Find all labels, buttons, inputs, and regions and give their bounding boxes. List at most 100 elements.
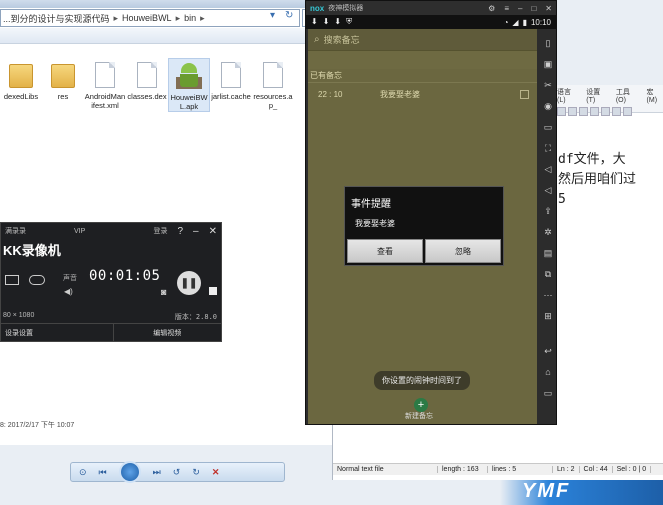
rotate-left-icon[interactable]: ↺ [173, 467, 181, 478]
camera-icon[interactable]: ◙ [161, 287, 166, 297]
rotate-right-icon[interactable]: ↻ [192, 467, 200, 478]
battery-icon: ▮ [522, 17, 527, 27]
file-item[interactable]: res [42, 58, 84, 112]
settings-icon[interactable]: ⚙ [488, 4, 495, 13]
zoom-icon[interactable]: ⊙ [79, 467, 87, 478]
download-icon: ⬇ [322, 17, 330, 26]
menu-item[interactable]: 工具(O) [616, 87, 639, 104]
editor-toolbar [557, 107, 663, 116]
location-icon[interactable]: ◉ [544, 100, 552, 112]
home-icon[interactable]: ⌂ [545, 366, 550, 378]
android-screen: ⌕ 搜索备忘 已有备忘 22 : 10 我要娶老婆 事件提醒 我要娶老婆 查看 … [308, 29, 537, 424]
kk-login-link[interactable]: 登录 [153, 226, 167, 236]
monitor-icon[interactable] [5, 275, 19, 285]
toolbar-icon[interactable] [590, 107, 599, 116]
pause-button[interactable]: ❚❚ [177, 271, 201, 295]
memo-section-title: 已有备忘 [308, 69, 537, 83]
file-icon [137, 62, 157, 88]
kk-settings-button[interactable]: 设录设置 [1, 324, 114, 342]
phone-icon[interactable]: ▯ [546, 37, 551, 49]
ignore-button[interactable]: 忽略 [425, 239, 501, 263]
help-icon[interactable]: ? [177, 226, 183, 237]
toolbar-icon[interactable] [557, 107, 566, 116]
dialog-buttons: 查看 忽略 [347, 239, 501, 263]
android-statusbar: ⬇ ⬇ ⬇ ⛨ ◔ ◢ ▮ 10:10 [306, 15, 556, 29]
toolbar-icon[interactable] [612, 107, 621, 116]
file-list: dexedLibs res AndroidManifest.xml classe… [0, 58, 294, 112]
shake-icon[interactable]: ✲ [544, 226, 552, 238]
view-button[interactable]: 查看 [347, 239, 423, 263]
kk-sound-label: 声音 [63, 275, 77, 282]
file-item[interactable]: AndroidManifest.xml [84, 58, 126, 112]
file-item[interactable]: resources.ap_ [252, 58, 294, 112]
close-icon[interactable]: ✕ [212, 467, 220, 478]
menu-icon[interactable]: ≡ [504, 4, 509, 13]
kk-login-label[interactable]: 满录录 [5, 226, 26, 236]
dialog-title: 事件提醒 [351, 199, 391, 210]
toolbar-icon[interactable] [579, 107, 588, 116]
keyboard-icon[interactable]: ▭ [544, 121, 553, 133]
memo-search-input[interactable]: ⌕ 搜索备忘 [308, 29, 537, 51]
add-icon[interactable]: ⊞ [544, 310, 552, 322]
volume-up-icon[interactable]: ◁ [545, 163, 552, 175]
speaker-icon[interactable]: ◀) [64, 287, 73, 296]
volume-down-icon[interactable]: ◁ [545, 184, 552, 196]
status-filetype: Normal text file [333, 466, 438, 473]
kk-topbar: 满录录 VIP 登录 ? – ✕ [1, 223, 221, 239]
editor-text-area[interactable]: df文件，大 然后用咱们过 5 [558, 150, 636, 210]
recorder-icon[interactable]: ▤ [544, 247, 553, 259]
memo-list-item[interactable]: 22 : 10 我要娶老婆 [308, 83, 537, 105]
prev-icon[interactable]: ⏮ [99, 467, 107, 478]
more-icon[interactable]: ⋯ [544, 289, 553, 301]
file-item-selected[interactable]: HouweiBWL.apk [168, 58, 210, 112]
text-line: 然后用咱们过 [558, 172, 637, 187]
menu-item[interactable]: 语言(L) [557, 87, 578, 104]
gamepad-icon[interactable] [29, 275, 45, 285]
menu-item[interactable]: 宏(M) [647, 87, 663, 104]
path-part-2[interactable]: HouweiBWL [122, 13, 172, 23]
status-col: Col : 44 [580, 466, 613, 473]
stop-checkbox[interactable] [209, 287, 217, 295]
multi-instance-icon[interactable]: ⧉ [545, 268, 551, 280]
recent-apps-icon[interactable]: ▭ [544, 387, 553, 399]
folder-icon [9, 64, 33, 88]
fullscreen-icon[interactable]: ⛶ [545, 142, 551, 154]
kk-vip-label[interactable]: VIP [74, 228, 85, 235]
file-item[interactable]: classes.dex [126, 58, 168, 112]
minimize-icon[interactable]: – [193, 226, 199, 237]
refresh-icon[interactable]: ↻ [285, 10, 293, 21]
toolbar-icon[interactable] [568, 107, 577, 116]
add-memo-button[interactable]: + [414, 398, 428, 412]
kk-edit-button[interactable]: 编辑视频 [114, 324, 222, 342]
maximize-icon[interactable]: □ [531, 4, 536, 13]
memo-checkbox[interactable] [520, 89, 529, 99]
minimize-icon[interactable]: – [518, 4, 522, 13]
dropdown-icon[interactable]: ▾ [270, 10, 275, 21]
file-icon [263, 62, 283, 88]
app-band [308, 51, 537, 69]
file-label: resources.ap_ [253, 92, 293, 110]
file-item[interactable]: dexedLibs [0, 58, 42, 112]
menu-item[interactable]: 设置(T) [586, 87, 608, 104]
path-part-1[interactable]: ...到分的设计与实现源代码 [3, 12, 110, 25]
apk-install-icon[interactable]: ⇪ [544, 205, 552, 217]
kk-recorder-window: 满录录 VIP 登录 ? – ✕ KK录像机 声音 ◀) 00:01:05 ◙ … [0, 222, 222, 342]
media-player-bar: ⊙ ⏮ ⏭ ↺ ↻ ✕ [70, 460, 285, 483]
close-icon[interactable]: ✕ [545, 4, 552, 13]
toolbar-icon[interactable] [623, 107, 632, 116]
file-item[interactable]: jarlist.cache [210, 58, 252, 112]
file-label: res [57, 92, 69, 101]
path-part-3[interactable]: bin [184, 13, 196, 23]
screenshot-icon[interactable]: ▣ [544, 58, 553, 70]
kk-resolution: 80 × 1080 [3, 312, 35, 319]
scissors-icon[interactable]: ✂ [544, 79, 552, 91]
status-sel: Sel : 0 | 0 [613, 466, 652, 473]
close-icon[interactable]: ✕ [209, 226, 217, 237]
back-icon[interactable]: ↩ [544, 345, 552, 357]
address-bar[interactable]: ...到分的设计与实现源代码 ▸ HouweiBWL ▸ bin ▸ [0, 9, 300, 27]
play-circle-icon[interactable] [118, 460, 141, 483]
toolbar-icon[interactable] [601, 107, 610, 116]
download-icon: ⬇ [334, 17, 342, 26]
kk-bottom-bar: 设录设置 编辑视频 [1, 323, 221, 342]
next-icon[interactable]: ⏭ [153, 467, 161, 478]
